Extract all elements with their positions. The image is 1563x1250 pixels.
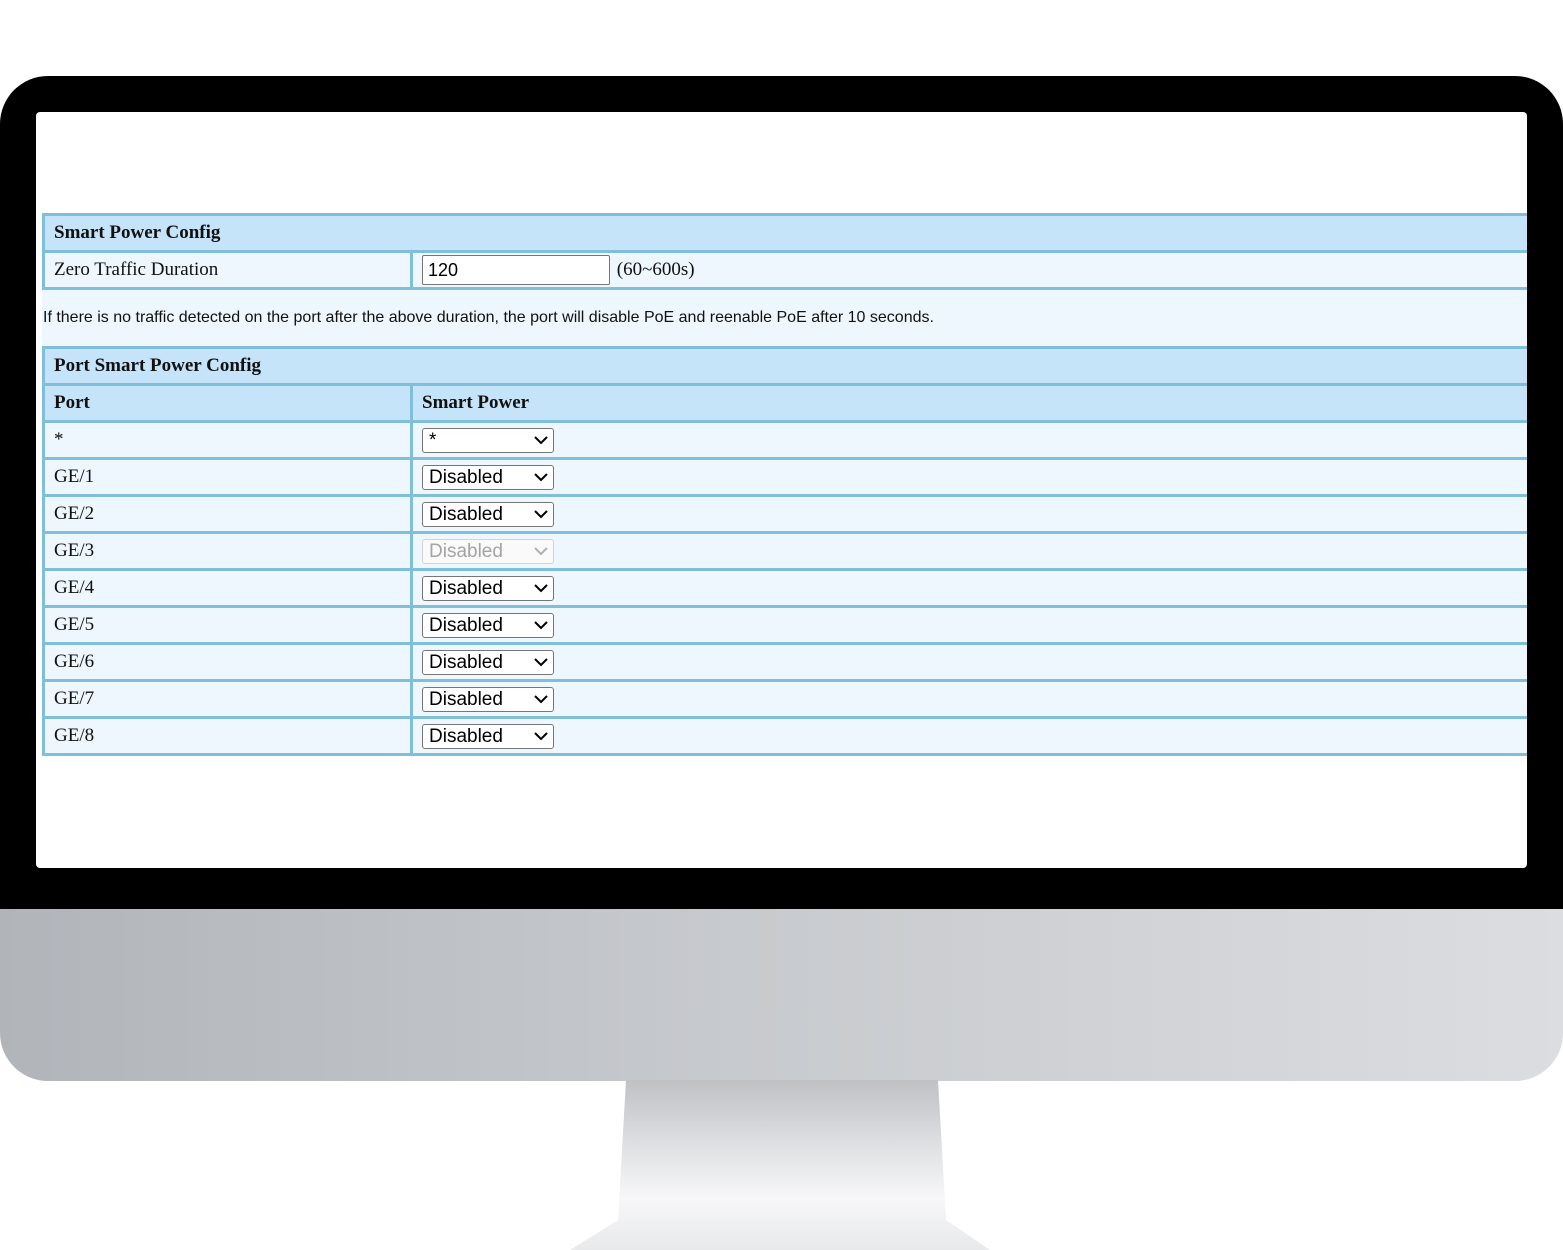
monitor-screen: Smart Power Config Zero Traffic Duration… [36,112,1527,868]
smart-power-select[interactable]: * [422,427,554,453]
port-smart-power-table: Port Smart Power Config Port Smart Power… [42,346,1527,756]
chevron-down-icon [534,621,548,630]
smart-power-cell: Disabled [410,716,1527,756]
smart-power-select: Disabled [422,538,554,564]
info-note: If there is no traffic detected on the p… [42,290,1527,346]
smart-power-select-value: Disabled [429,651,503,673]
port-smart-power-title: Port Smart Power Config [42,346,1527,386]
smart-power-select[interactable]: Disabled [422,501,554,527]
port-name: GE/1 [42,457,413,497]
table-row: GE/6 Disabled [42,642,1527,682]
chevron-down-icon [534,510,548,519]
port-name: GE/2 [42,494,413,534]
smart-power-cell: Disabled [410,679,1527,719]
smart-power-select-value: Disabled [429,577,503,599]
table-row: GE/3 Disabled [42,531,1527,571]
port-name: GE/8 [42,716,413,756]
smart-power-select[interactable]: Disabled [422,575,554,601]
smart-power-select[interactable]: Disabled [422,464,554,490]
table-row: GE/2 Disabled [42,494,1527,534]
smart-power-select-value: * [429,429,437,451]
smart-power-cell: * [410,420,1527,460]
chevron-down-icon [534,547,548,556]
smart-power-cell: Disabled [410,568,1527,608]
smart-power-config-title: Smart Power Config [42,213,1527,253]
smart-power-cell: Disabled [410,494,1527,534]
smart-power-select[interactable]: Disabled [422,649,554,675]
table-row: * * [42,420,1527,460]
port-name: GE/6 [42,642,413,682]
smart-power-select-value: Disabled [429,725,503,747]
port-name: GE/7 [42,679,413,719]
smart-power-select-value: Disabled [429,540,503,562]
smart-power-select-value: Disabled [429,466,503,488]
desktop-frame: Smart Power Config Zero Traffic Duration… [0,0,1563,1250]
chevron-down-icon [534,658,548,667]
port-name: * [42,420,413,460]
smart-power-select[interactable]: Disabled [422,723,554,749]
smart-power-config-table: Smart Power Config Zero Traffic Duration… [42,213,1527,290]
chevron-down-icon [534,473,548,482]
smart-power-select-value: Disabled [429,503,503,525]
page-content: Smart Power Config Zero Traffic Duration… [42,213,1527,756]
table-row: GE/1 Disabled [42,457,1527,497]
smart-power-cell: Disabled [410,531,1527,571]
smart-power-cell: Disabled [410,642,1527,682]
chevron-down-icon [534,584,548,593]
chevron-down-icon [534,732,548,741]
chevron-down-icon [534,436,548,445]
zero-traffic-range-hint: (60~600s) [616,259,695,280]
chevron-down-icon [534,695,548,704]
column-header-smart-power: Smart Power [410,383,1527,423]
table-row: GE/5 Disabled [42,605,1527,645]
column-header-port: Port [42,383,413,423]
monitor-chin [0,909,1563,1081]
smart-power-select[interactable]: Disabled [422,612,554,638]
smart-power-select-value: Disabled [429,614,503,636]
zero-traffic-duration-cell: (60~600s) [410,250,1527,290]
smart-power-select-value: Disabled [429,688,503,710]
port-name: GE/4 [42,568,413,608]
table-row: GE/7 Disabled [42,679,1527,719]
port-name: GE/5 [42,605,413,645]
port-name: GE/3 [42,531,413,571]
monitor-stand [570,1080,990,1250]
zero-traffic-duration-label: Zero Traffic Duration [42,250,413,290]
smart-power-cell: Disabled [410,457,1527,497]
smart-power-cell: Disabled [410,605,1527,645]
table-row: GE/8 Disabled [42,716,1527,756]
zero-traffic-duration-input[interactable] [422,255,610,285]
smart-power-select[interactable]: Disabled [422,686,554,712]
table-row: GE/4 Disabled [42,568,1527,608]
